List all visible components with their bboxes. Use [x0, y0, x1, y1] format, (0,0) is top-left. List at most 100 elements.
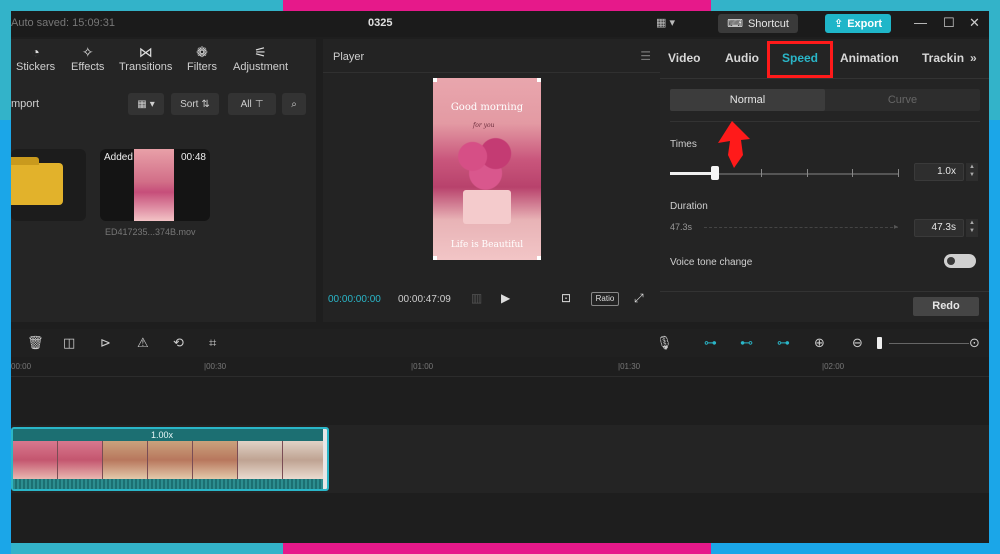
speed-mode-switch: Normal Curve — [670, 89, 980, 111]
preview-text-top: Good morning — [450, 102, 524, 113]
title-bar: Auto saved: 15:09:31 0325 ▦ ▾ ⌨ Shortcut… — [11, 11, 989, 37]
import-button[interactable]: mport — [11, 93, 46, 115]
crop-handle-tl[interactable] — [433, 78, 437, 82]
preview-text-mid: for you — [473, 122, 495, 129]
clip-trim-handle[interactable] — [323, 429, 327, 489]
close-icon[interactable]: ✕ — [969, 15, 980, 31]
reverse-icon[interactable]: ⊳ — [100, 335, 111, 351]
voice-tone-toggle[interactable] — [944, 254, 976, 268]
folder-item[interactable] — [11, 149, 86, 221]
tab-animation[interactable]: Animation — [840, 51, 899, 65]
ruler-label: |00:30 — [204, 362, 227, 371]
video-preview[interactable]: Good morning for you Life is Beautiful — [433, 78, 541, 260]
frame-icon: ▥ — [471, 291, 483, 305]
chevron-right-icon[interactable]: » — [970, 51, 977, 65]
toolbar-adjustment-label: Adjustment — [233, 61, 289, 73]
tab-audio[interactable]: Audio — [725, 51, 759, 65]
video-thumbnail — [134, 149, 174, 221]
delete-icon[interactable]: 🗑 — [27, 335, 44, 351]
tab-video[interactable]: Video — [668, 51, 700, 65]
folder-icon — [11, 157, 63, 205]
zoom-in-icon[interactable]: ⊙ — [969, 335, 980, 351]
split-icon[interactable]: ⊕ — [814, 335, 825, 351]
search-button[interactable]: ⌕ — [282, 93, 306, 115]
player-header: Player ☰ — [323, 39, 663, 73]
toolbar-filters[interactable]: ❁ Filters — [187, 43, 217, 73]
media-tile-video[interactable]: Added 00:48 — [100, 149, 210, 221]
clip-frame — [193, 441, 238, 479]
ruler-label: |02:00 — [822, 362, 845, 371]
shortcut-button[interactable]: ⌨ Shortcut — [718, 14, 798, 33]
play-icon[interactable]: ▶ — [501, 291, 510, 305]
export-button[interactable]: ⇪ Export — [825, 14, 891, 33]
microphone-icon[interactable]: 🎙 — [656, 335, 673, 351]
frame-bar-right-bottom — [989, 120, 1000, 554]
zoom-out-icon[interactable]: ⊖ — [852, 335, 863, 351]
layout-button[interactable]: ▦ ▾ — [656, 16, 675, 29]
transitions-icon: ⋈ — [138, 44, 153, 60]
speed-tab-highlight — [767, 41, 833, 78]
crop-icon[interactable]: ⌗ — [209, 335, 216, 351]
link-clips-icon[interactable]: ⊶ — [704, 335, 717, 351]
toolbar-adjustment[interactable]: ⚟ Adjustment — [233, 43, 288, 73]
toolbar-filters-label: Filters — [187, 61, 217, 73]
ruler-label: |01:00 — [411, 362, 434, 371]
ratio-button[interactable]: Ratio — [591, 292, 619, 306]
toolbar-transitions[interactable]: ⋈ Transitions — [119, 43, 172, 73]
redo-button[interactable]: Redo — [913, 297, 979, 316]
segment-curve[interactable]: Curve — [825, 89, 980, 111]
duration-track — [704, 227, 898, 228]
clip-frame — [238, 441, 283, 479]
project-title: 0325 — [368, 17, 393, 29]
preview-axis-icon[interactable]: ⊷ — [740, 335, 753, 351]
segment-normal[interactable]: Normal — [670, 89, 825, 111]
frame-bar-bottom-middle — [283, 543, 711, 554]
voice-tone-label: Voice tone change — [670, 257, 753, 268]
keyboard-icon: ⌨ — [727, 18, 743, 30]
menu-icon[interactable]: ☰ — [640, 49, 651, 63]
freeze-icon[interactable]: ◫ — [63, 335, 75, 351]
times-slider-fill — [670, 172, 716, 175]
divider — [660, 291, 989, 292]
toolbar-effects[interactable]: ✧ Effects — [71, 43, 104, 73]
effects-icon: ✧ — [81, 44, 94, 60]
toolbar-stickers[interactable]: ◔ Stickers — [16, 43, 55, 73]
rotate-icon[interactable]: ⟲ — [173, 335, 184, 351]
times-input[interactable]: 1.0x — [914, 163, 964, 181]
total-time: 00:00:47:09 — [398, 294, 451, 305]
frame-bar-left-bottom — [0, 120, 11, 554]
video-clip[interactable]: 1.00x — [11, 427, 329, 491]
clip-frame — [148, 441, 193, 479]
tab-tracking[interactable]: Trackin — [922, 51, 964, 65]
sort-label: Sort — [180, 98, 199, 110]
minimize-icon[interactable]: — — [914, 15, 927, 30]
zoom-slider-track[interactable] — [889, 343, 969, 344]
crop-handle-br[interactable] — [537, 256, 541, 260]
crop-handle-tr[interactable] — [537, 78, 541, 82]
snap-icon[interactable]: ⊶ — [777, 335, 790, 351]
red-arrow-annotation — [718, 121, 750, 168]
mirror-icon[interactable]: ⚠ — [137, 335, 149, 351]
frame-bar-right-top — [989, 0, 1000, 120]
filter-all-button[interactable]: All ⊤ — [228, 93, 276, 115]
crop-handle-bl[interactable] — [433, 256, 437, 260]
times-stepper[interactable]: ▲ ▼ — [966, 163, 978, 181]
duration-input[interactable]: 47.3s — [914, 219, 964, 237]
sort-button[interactable]: Sort ⇅ — [171, 93, 219, 115]
media-filename: ED417235...374B.mov — [105, 227, 196, 237]
view-mode-button[interactable]: ▦ ▾ — [128, 93, 164, 115]
search-icon: ⌕ — [291, 98, 297, 110]
frame-bar-left-top — [0, 0, 11, 120]
maximize-icon[interactable]: ☐ — [943, 15, 955, 31]
clip-header: 1.00x — [13, 429, 327, 441]
fullscreen-icon[interactable]: ⤢ — [634, 291, 644, 306]
zoom-slider-handle[interactable] — [877, 337, 882, 349]
layout-icon: ▦ — [656, 17, 667, 29]
duration-stepper[interactable]: ▲ ▼ — [966, 219, 978, 237]
arrow-right-icon: ▸ — [894, 222, 899, 231]
added-badge: Added — [104, 152, 133, 163]
grid-icon: ▦ — [137, 98, 147, 110]
timeline-ruler[interactable]: 00:00 |00:30 |01:00 |01:30 |02:00 — [11, 359, 989, 377]
filter-icon: ⊤ — [254, 98, 264, 110]
fit-screen-icon[interactable]: ⊡ — [561, 291, 571, 305]
